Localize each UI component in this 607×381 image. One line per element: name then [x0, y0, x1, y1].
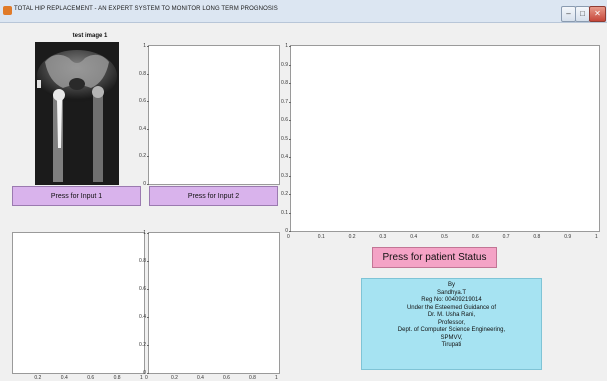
credits-panel: By Sandhya.T Reg No: 00409219014 Under t… [361, 278, 542, 370]
credit-line: Sandhya.T [436, 289, 467, 296]
x-tick-label: 1 [275, 375, 278, 381]
axes-main [290, 45, 600, 232]
maximize-button[interactable]: □ [575, 6, 590, 22]
x-tick-label: 0.5 [441, 234, 448, 240]
axes-bottom-left [12, 232, 145, 374]
credit-line: Professor, [437, 319, 465, 326]
y-tick-label: 0.4 [281, 154, 288, 160]
y-tick-mark [289, 231, 291, 232]
y-tick-label: 0.7 [281, 98, 288, 105]
x-tick-label: 0.6 [471, 234, 479, 240]
x-tick-label: 0 [287, 234, 290, 240]
y-tick-mark [147, 345, 149, 346]
y-tick-label: 0.1 [281, 209, 288, 216]
x-tick-label: 0.4 [410, 234, 418, 240]
y-tick-mark [147, 317, 149, 318]
y-tick-mark [289, 64, 291, 66]
y-tick-mark [147, 233, 149, 234]
y-tick-mark [289, 120, 291, 121]
y-tick-label: 0.2 [139, 342, 146, 348]
app-icon [3, 6, 12, 15]
y-tick-label: 0.9 [281, 61, 288, 68]
y-tick-label: 0.8 [139, 258, 146, 264]
credit-line: Dr. M. Usha Rani, [427, 312, 476, 318]
image-title: test image 1 [72, 33, 108, 39]
y-tick-label: 0.6 [139, 286, 146, 292]
x-tick-label: 0.2 [171, 375, 178, 381]
y-tick-label: 0.2 [281, 191, 288, 197]
x-tick-label: 0.6 [223, 375, 230, 381]
input1-button[interactable]: Press for Input 1 [12, 186, 141, 206]
y-tick-mark [289, 194, 291, 195]
x-tick-label: 0.2 [348, 234, 356, 240]
y-tick-label: 0.4 [139, 314, 146, 320]
x-tick-label: 0.3 [379, 234, 387, 240]
axes-top-small [148, 45, 280, 185]
credit-line: Dept. of Computer Science Engineering, [397, 327, 506, 333]
x-axis-bottom-middle: 0 0.2 0.4 0.6 0.8 1 [0, 374, 607, 381]
credit-line: Tirupati [441, 342, 462, 348]
x-tick-label: 0.8 [249, 375, 256, 381]
x-tick-label: 1 [595, 234, 598, 240]
y-tick-mark [289, 157, 291, 158]
axes-bottom-middle [148, 232, 280, 374]
y-tick-mark [289, 138, 291, 140]
patient-status-button[interactable]: Press for patient Status [372, 247, 497, 268]
minimize-button[interactable]: – [561, 6, 576, 22]
y-tick-label: 0.3 [281, 172, 288, 179]
credit-line: By [447, 282, 455, 288]
x-tick-label: 0.4 [197, 375, 204, 381]
y-tick-mark [147, 261, 149, 262]
y-tick-label: 0.8 [281, 80, 288, 86]
input2-button[interactable]: Press for Input 2 [149, 186, 278, 206]
x-tick-label: 0.8 [533, 234, 541, 240]
y-tick-label: 1 [285, 43, 288, 49]
credit-line: Reg No: 00409219014 [421, 297, 482, 303]
xray-image [35, 42, 119, 185]
y-tick-mark [289, 212, 291, 214]
y-tick-mark [289, 83, 291, 84]
x-tick-label: 0.1 [317, 234, 325, 240]
x-tick-label: 0 [145, 375, 148, 381]
close-button[interactable]: ✕ [589, 6, 606, 22]
y-tick-mark [289, 46, 291, 47]
y-tick-mark [147, 289, 149, 290]
y-tick-mark [289, 101, 291, 103]
y-tick-mark [289, 175, 291, 177]
y-tick-label: 1 [143, 230, 146, 236]
credit-line: Under the Esteemed Guidance of [406, 304, 497, 311]
x-tick-label: 0.9 [564, 234, 572, 240]
y-tick-label: 0.6 [281, 117, 288, 123]
x-tick-label: 0.7 [502, 234, 510, 240]
y-tick-label: 0.5 [281, 135, 288, 142]
credit-line: SPMVV, [440, 334, 463, 341]
